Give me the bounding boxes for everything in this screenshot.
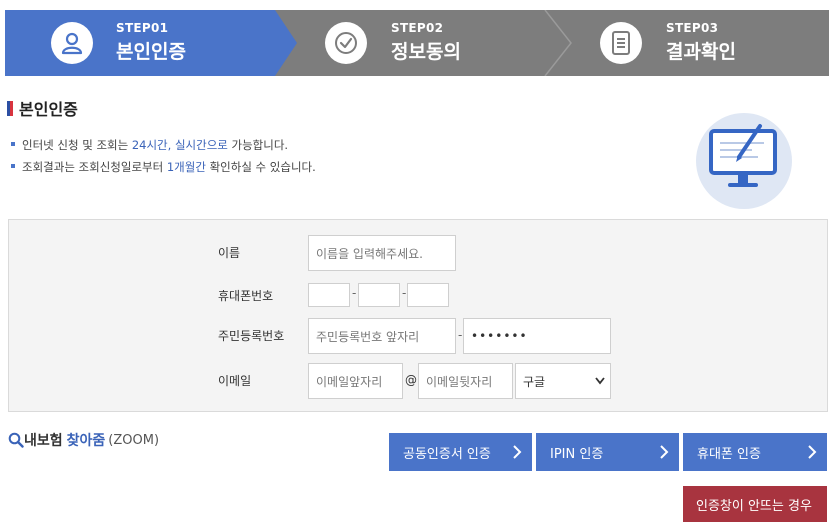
email-label: 이메일 xyxy=(218,374,252,388)
rrn-separator: - xyxy=(458,328,463,342)
phone-part2-input[interactable] xyxy=(358,283,400,307)
phone-part3-input[interactable] xyxy=(407,283,449,307)
step-3: STEP03 결과확인 xyxy=(580,10,829,76)
computer-illustration-icon xyxy=(694,112,794,210)
notice-list: 인터넷 신청 및 조회는 24시간, 실시간으로 가능합니다. 조회결과는 조회… xyxy=(10,137,316,181)
chevron-right-icon xyxy=(808,445,817,459)
chevron-right-icon xyxy=(660,445,669,459)
title-marker-icon xyxy=(7,100,13,116)
phone-auth-button[interactable]: 휴대폰 인증 xyxy=(683,433,827,471)
email-at-sign: @ xyxy=(405,373,417,387)
chevron-right-icon xyxy=(513,445,522,459)
name-label: 이름 xyxy=(218,246,241,260)
phone-label: 휴대폰번호 xyxy=(218,289,274,303)
phone-separator: - xyxy=(402,286,407,300)
check-circle-icon xyxy=(325,22,367,64)
step-1-number: STEP01 xyxy=(116,21,169,35)
email-front-input[interactable]: 이메일앞자리 xyxy=(308,363,403,399)
email-domain-select[interactable]: 구글 xyxy=(515,363,611,399)
chevron-down-icon xyxy=(595,377,605,385)
rrn-front-input[interactable]: 주민등록번호 앞자리 xyxy=(308,318,456,354)
email-back-input[interactable]: 이메일뒷자리 xyxy=(418,363,513,399)
step-progress-bar: STEP01 본인인증 STEP02 정보동의 STEP03 결과확인 xyxy=(5,10,829,76)
step-3-number: STEP03 xyxy=(666,21,719,35)
step-2-number: STEP02 xyxy=(391,21,444,35)
page-title-row: 본인인증 xyxy=(7,96,78,120)
user-icon xyxy=(51,22,93,64)
step-3-name: 결과확인 xyxy=(666,41,736,63)
step-1-arrow xyxy=(267,10,297,76)
step-2-arrow xyxy=(544,10,572,76)
rrn-back-input[interactable]: ••••••• xyxy=(463,318,611,354)
step-2: STEP02 정보동의 xyxy=(305,10,575,76)
step-2-name: 정보동의 xyxy=(391,41,461,63)
step-1-name: 본인인증 xyxy=(116,41,186,63)
ipin-auth-button[interactable]: IPIN 인증 xyxy=(536,433,679,471)
document-icon xyxy=(600,22,642,64)
cert-auth-button[interactable]: 공동인증서 인증 xyxy=(389,433,532,471)
notice-item: 조회결과는 조회신청일로부터 1개월간 확인하실 수 있습니다. xyxy=(10,159,316,181)
zoom-logo-text: 찾아줌 xyxy=(66,433,106,449)
step-1: STEP01 본인인증 xyxy=(5,10,275,76)
zoom-logo: 내보험 찾아줌 (ZOOM) xyxy=(8,430,159,450)
phone-part1-input[interactable] xyxy=(308,283,350,307)
zoom-logo-text: (ZOOM) xyxy=(108,432,160,448)
notice-item: 인터넷 신청 및 조회는 24시간, 실시간으로 가능합니다. xyxy=(10,137,316,159)
rrn-label: 주민등록번호 xyxy=(218,329,285,343)
phone-separator: - xyxy=(352,286,357,300)
name-input[interactable]: 이름을 입력해주세요. xyxy=(308,235,456,271)
page-title: 본인인증 xyxy=(19,100,78,119)
popup-help-button[interactable]: 인증창이 안뜨는 경우 xyxy=(683,486,827,522)
identity-form: 이름 이름을 입력해주세요. 휴대폰번호 - - 주민등록번호 주민등록번호 앞… xyxy=(8,219,828,412)
magnifier-icon xyxy=(8,432,24,448)
zoom-logo-text: 내보험 xyxy=(24,433,63,449)
